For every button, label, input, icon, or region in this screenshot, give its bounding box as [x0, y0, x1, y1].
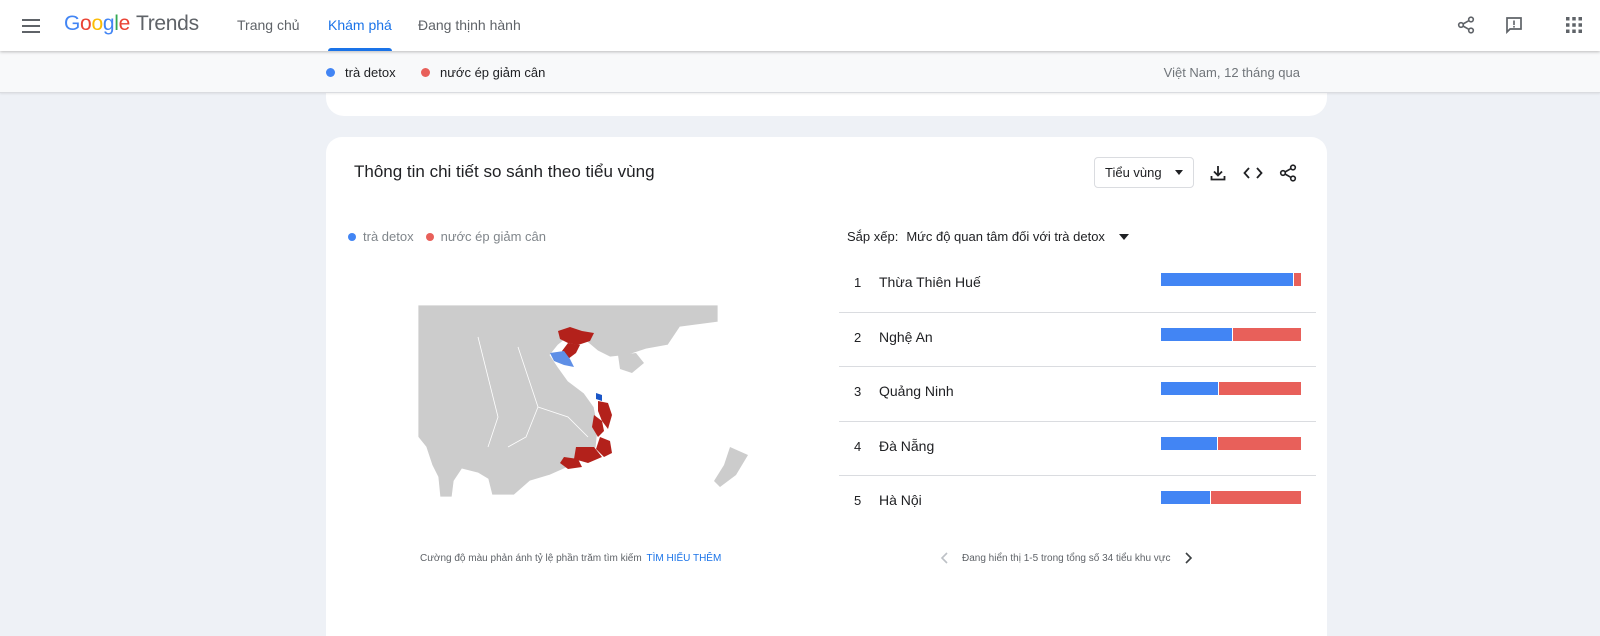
share-icon[interactable] — [1276, 161, 1300, 185]
ranking-list: 1 Thừa Thiên Huế 2 Nghệ An 3 Quảng Ninh 4 Đà Nẵ… — [839, 258, 1316, 531]
series-b-dot — [425, 232, 434, 241]
map-footnote: Cường độ màu phản ánh tỷ lệ phần trăm tì… — [420, 553, 722, 564]
sort-value: Mức độ quan tâm đối với trà detox — [906, 229, 1105, 244]
series-a-dot — [326, 68, 335, 77]
apps-grid-icon[interactable] — [1561, 12, 1587, 38]
share-bar-series-a — [1161, 382, 1219, 395]
legend-item: nước ép giảm cân — [425, 229, 546, 244]
table-row[interactable]: 5 Hà Nội — [839, 476, 1316, 531]
region-name: Hà Nội — [879, 492, 922, 508]
download-icon[interactable] — [1206, 161, 1230, 185]
region-name: Đà Nẵng — [879, 437, 935, 454]
series-b-dot — [421, 68, 430, 77]
legend-item: trà detox — [348, 229, 414, 244]
share-bar — [1161, 273, 1301, 286]
table-row[interactable]: 2 Nghệ An — [839, 313, 1316, 367]
rank-number: 2 — [854, 329, 862, 345]
share-bar-series-b — [1292, 273, 1301, 286]
subregion-comparison-card: Thông tin chi tiết so sánh theo tiểu vùn… — [326, 137, 1327, 636]
compare-term-label: trà detox — [345, 65, 396, 80]
region-name: Quảng Ninh — [879, 383, 954, 399]
share-bar-series-a — [1161, 491, 1210, 504]
subregion-map[interactable] — [418, 297, 758, 497]
share-bar-series-a — [1161, 436, 1217, 450]
compare-term-1[interactable]: trà detox — [326, 65, 396, 80]
share-bar-series-a — [1161, 273, 1293, 286]
tab-trending[interactable]: Đang thịnh hành — [418, 17, 521, 51]
sort-label: Sắp xếp: — [847, 229, 899, 244]
pagination: Đang hiển thị 1-5 trong tổng số 34 tiểu … — [936, 549, 1197, 567]
tab-home[interactable]: Trang chủ — [237, 17, 300, 51]
share-icon[interactable] — [1453, 12, 1479, 38]
region-name: Nghệ An — [879, 328, 933, 345]
share-bar — [1161, 382, 1301, 395]
map-legend: trà detox nước ép giảm cân — [348, 229, 558, 244]
dropdown-caret-icon — [1175, 170, 1183, 175]
region-level-select[interactable]: Tiểu vùng — [1094, 157, 1194, 188]
learn-more-link[interactable]: TÌM HIỂU THÊM — [646, 553, 721, 564]
top-app-bar: Google Trends Trang chủ Khám phá Đang th… — [0, 0, 1600, 51]
compare-term-2[interactable]: nước ép giảm cân — [421, 65, 545, 80]
scope-label: Việt Nam, 12 tháng qua — [1163, 65, 1300, 80]
rank-number: 5 — [854, 493, 862, 508]
table-row[interactable]: 4 Đà Nẵng — [839, 422, 1316, 476]
share-bar — [1161, 436, 1301, 450]
rank-number: 1 — [854, 275, 862, 290]
sort-control[interactable]: Sắp xếp: Mức độ quan tâm đối với trà det… — [847, 229, 1129, 244]
google-trends-logo[interactable]: Google Trends — [64, 12, 199, 36]
share-bar-series-b — [1217, 436, 1301, 450]
region-level-value: Tiểu vùng — [1105, 165, 1162, 180]
compare-term-label: nước ép giảm cân — [440, 65, 546, 80]
table-row[interactable]: 1 Thừa Thiên Huế — [839, 258, 1316, 313]
share-bar-series-b — [1218, 382, 1301, 395]
feedback-icon[interactable] — [1501, 12, 1527, 38]
share-bar-series-b — [1210, 491, 1301, 504]
chevron-right-icon[interactable] — [1179, 549, 1197, 567]
chevron-left-icon[interactable] — [936, 549, 954, 567]
table-row[interactable]: 3 Quảng Ninh — [839, 367, 1316, 422]
rank-number: 4 — [854, 438, 862, 454]
card-title: Thông tin chi tiết so sánh theo tiểu vùn… — [354, 162, 655, 181]
rank-number: 3 — [854, 384, 862, 399]
series-a-dot — [348, 232, 356, 241]
region-name: Thừa Thiên Huế — [879, 274, 981, 290]
tab-explore[interactable]: Khám phá — [328, 17, 392, 51]
dropdown-caret-icon — [1118, 233, 1129, 240]
comparison-bar: trà detox nước ép giảm cân Việt Nam, 12 … — [0, 51, 1600, 93]
embed-code-icon[interactable] — [1241, 161, 1265, 185]
share-bar-series-b — [1232, 327, 1301, 341]
share-bar — [1161, 327, 1301, 341]
share-bar — [1161, 491, 1301, 504]
pager-status: Đang hiển thị 1-5 trong tổng số 34 tiểu … — [962, 552, 1171, 564]
share-bar-series-a — [1161, 327, 1233, 341]
menu-icon[interactable] — [18, 13, 44, 39]
